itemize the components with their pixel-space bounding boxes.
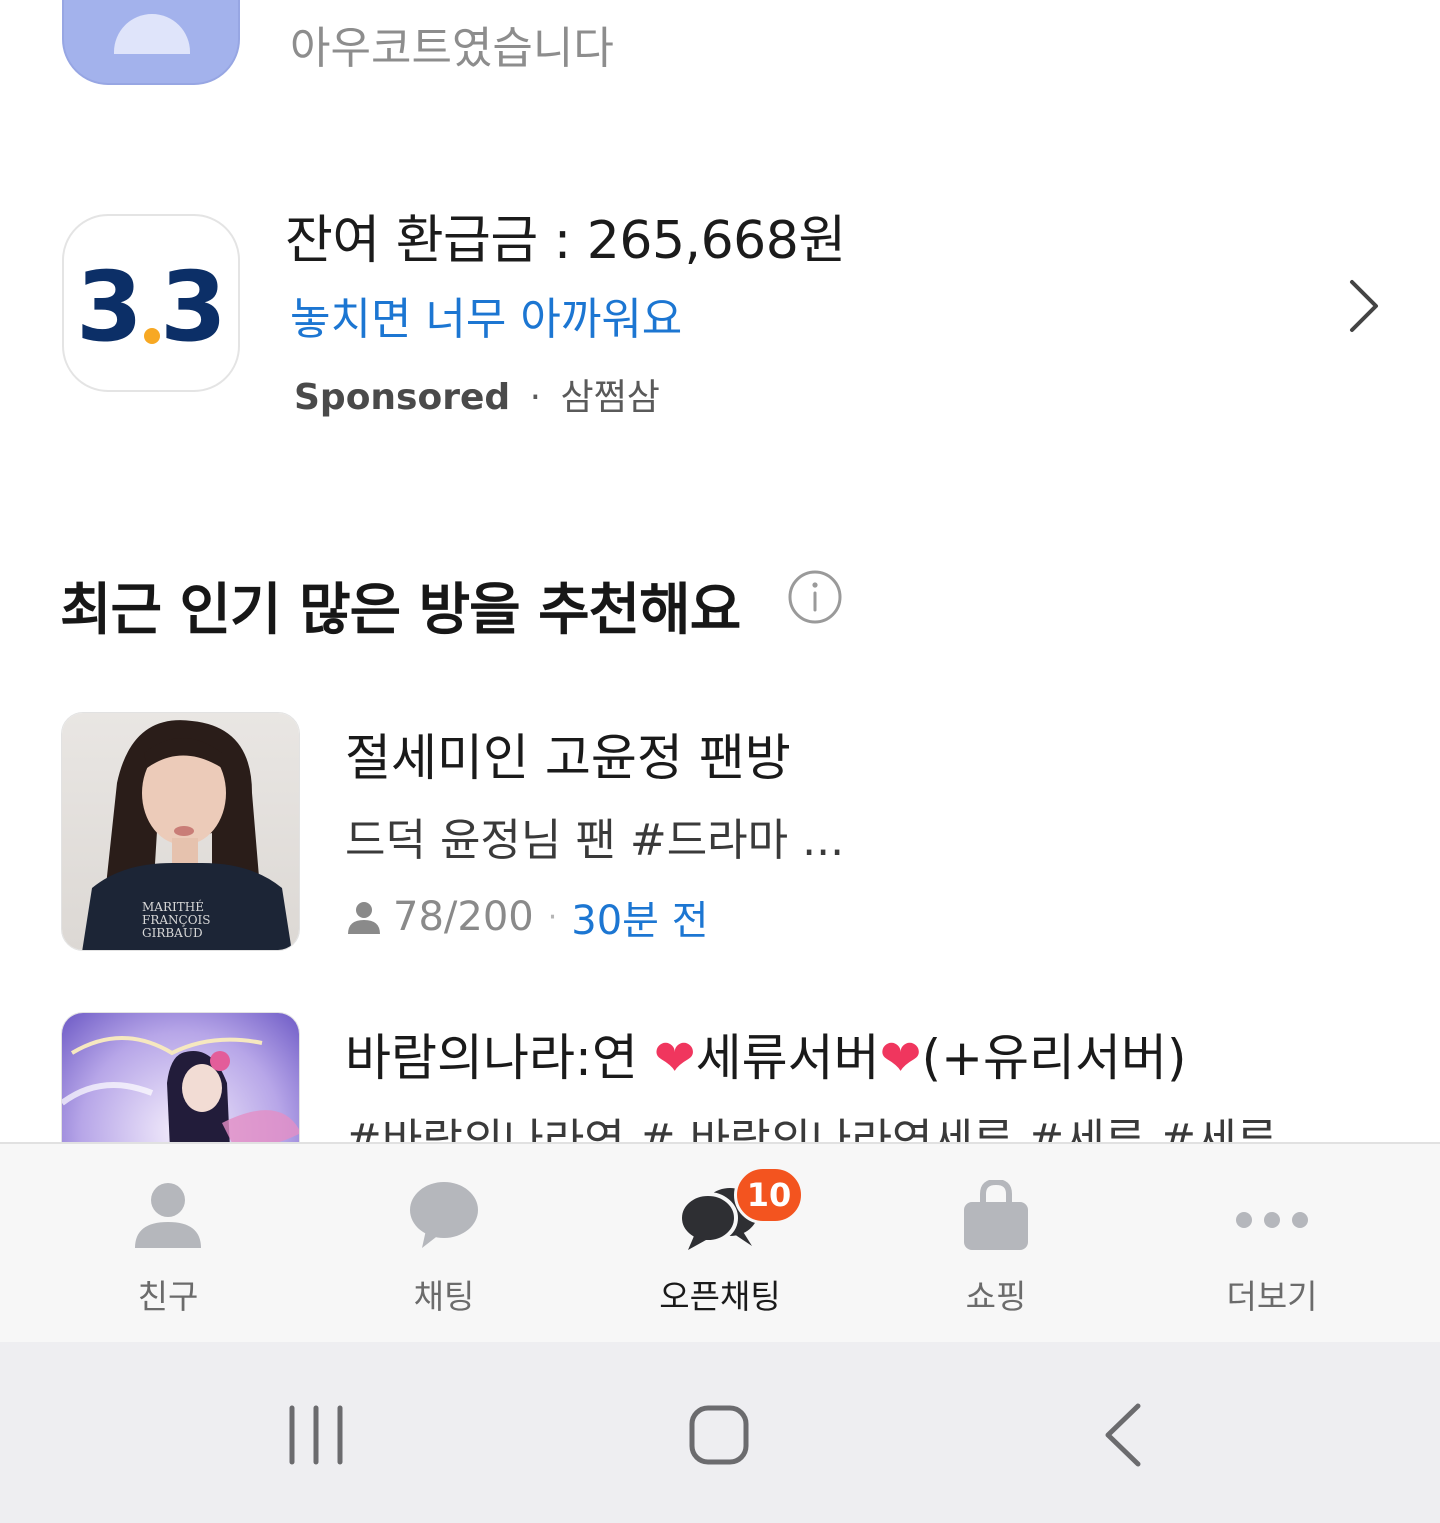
heart-icon: ❤ xyxy=(653,1029,696,1087)
ad-meta: Sponsored · 삼쩜삼 xyxy=(294,368,660,420)
sponsored-label: Sponsored xyxy=(294,377,511,418)
advertiser-name: 삼쩜삼 xyxy=(560,377,660,418)
tab-label: 채팅 xyxy=(413,1277,475,1316)
svg-text:GIRBAUD: GIRBAUD xyxy=(142,926,203,940)
meta-separator: · xyxy=(529,377,542,418)
svg-text:MARITHÉ: MARITHÉ xyxy=(142,899,204,914)
member-count: 78/200 xyxy=(393,894,534,940)
tab-label: 친구 xyxy=(137,1277,199,1316)
notification-badge: 10 xyxy=(734,1166,804,1224)
bottom-tab-bar: 친구 채팅 오픈채팅 쇼핑 더보기 xyxy=(0,1142,1440,1342)
screen: 아우코트였습니다 3 3 잔여 환급금 : 265,668원 놓치면 너무 아까… xyxy=(0,0,1440,1523)
tab-chats[interactable]: 채팅 xyxy=(306,1144,582,1344)
stats-separator: · xyxy=(547,899,558,935)
room-name: 바람의나라:연 ❤세류서버❤(+유리서버) xyxy=(345,1018,1186,1090)
recent-apps-icon[interactable] xyxy=(284,1404,348,1466)
samjjeomsam-logo: 3 3 xyxy=(76,256,227,356)
more-dots-icon xyxy=(1236,1212,1308,1228)
last-active-time: 30분 전 xyxy=(571,898,709,944)
ad-subtitle: 놓치면 너무 아까워요 xyxy=(290,294,683,345)
list-item[interactable]: 아우코트였습니다 xyxy=(0,0,1440,120)
room-name: 절세미인 고윤정 팬방 xyxy=(345,729,791,787)
list-item[interactable]: MARITHÉ FRANÇOIS GIRBAUD 절세미인 고윤정 팬방 드덕 … xyxy=(0,712,1440,972)
room-name-prefix: 바람의나라:연 xyxy=(345,1029,654,1087)
svg-text:3: 3 xyxy=(160,256,227,356)
back-icon[interactable] xyxy=(1100,1402,1146,1468)
tab-label: 오픈채팅 xyxy=(659,1277,781,1316)
svg-text:3: 3 xyxy=(76,256,143,356)
tab-more[interactable]: 더보기 xyxy=(1134,1144,1410,1344)
room-stats: 78/200 · 30분 전 xyxy=(345,888,709,946)
system-navigation-bar xyxy=(0,1342,1440,1523)
svg-text:FRANÇOIS: FRANÇOIS xyxy=(142,913,211,927)
shopping-bag-icon xyxy=(964,1180,1028,1250)
person-icon xyxy=(135,1183,201,1248)
section-title: 최근 인기 많은 방을 추천해요 xyxy=(60,578,741,643)
person-icon xyxy=(348,902,380,934)
sponsored-ad[interactable]: 3 3 잔여 환급금 : 265,668원 놓치면 너무 아까워요 Sponso… xyxy=(0,190,1440,430)
info-icon[interactable] xyxy=(786,568,844,626)
ad-logo: 3 3 xyxy=(62,214,240,392)
room-name-mid: 세류서버 xyxy=(695,1029,880,1087)
heart-icon: ❤ xyxy=(879,1029,922,1087)
room-photo: MARITHÉ FRANÇOIS GIRBAUD xyxy=(62,713,299,950)
tab-label: 쇼핑 xyxy=(965,1277,1027,1316)
tab-open-chat[interactable]: 오픈채팅 xyxy=(582,1144,858,1344)
chat-bubble-icon xyxy=(410,1182,478,1248)
room-thumbnail: MARITHÉ FRANÇOIS GIRBAUD xyxy=(61,712,300,951)
item-description: 아우코트였습니다 xyxy=(290,23,614,74)
tab-shopping[interactable]: 쇼핑 xyxy=(858,1144,1134,1344)
tab-label: 더보기 xyxy=(1226,1277,1318,1316)
home-icon[interactable] xyxy=(688,1404,750,1466)
room-name-suffix: (+유리서버) xyxy=(921,1029,1187,1087)
ad-title: 잔여 환급금 : 265,668원 xyxy=(285,211,846,271)
tab-friends[interactable]: 친구 xyxy=(30,1144,306,1344)
room-description: 드덕 윤정님 팬 #드라마 ... xyxy=(345,815,845,866)
room-thumbnail xyxy=(62,0,240,85)
chevron-right-icon[interactable] xyxy=(1340,278,1384,334)
